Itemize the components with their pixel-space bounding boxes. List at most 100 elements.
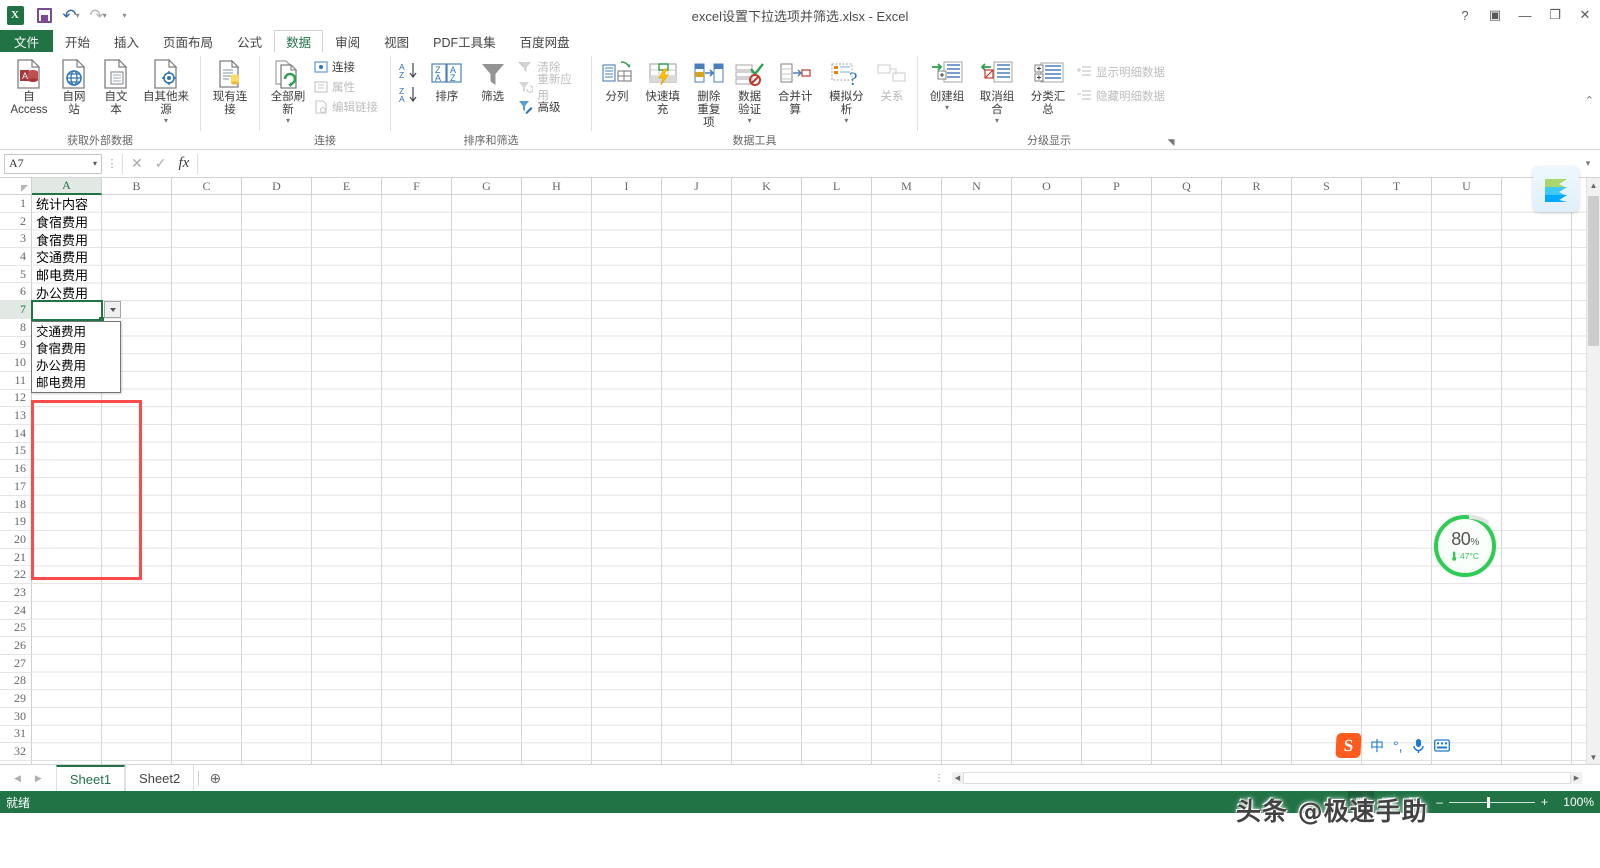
advanced-filter-button[interactable]: 高级 <box>515 97 586 117</box>
cancel-icon[interactable]: ✕ <box>131 155 143 172</box>
data-validation-button[interactable]: 数据验证 ▾ <box>730 55 770 126</box>
zoom-in-button[interactable]: + <box>1541 795 1548 809</box>
row-header-21[interactable]: 21 <box>0 548 32 567</box>
from-access-button[interactable]: A 自 Access <box>5 55 53 119</box>
row-header-19[interactable]: 19 <box>0 513 32 532</box>
horizontal-scrollbar[interactable]: ⋮ ◀ ▶ <box>934 772 1582 785</box>
column-header-F[interactable]: F <box>382 178 452 195</box>
help-button[interactable]: ? <box>1450 0 1480 30</box>
sheet-tab-sheet1[interactable]: Sheet1 <box>55 764 126 792</box>
zoom-slider[interactable] <box>1448 796 1535 808</box>
row-header-9[interactable]: 9 <box>0 336 32 355</box>
sheet-tab-sheet2[interactable]: Sheet2 <box>125 764 195 792</box>
tab-home[interactable]: 开始 <box>53 30 102 52</box>
tab-view[interactable]: 视图 <box>372 30 421 52</box>
relationships-button[interactable]: 关系 <box>872 55 912 106</box>
column-header-P[interactable]: P <box>1082 178 1152 195</box>
row-header-4[interactable]: 4 <box>0 248 32 266</box>
validation-dropdown-button[interactable] <box>104 301 121 318</box>
collapse-ribbon-button[interactable]: ⌃ <box>1585 94 1594 107</box>
cell-area[interactable]: 统计内容 食宿费用 食宿费用 交通费用 邮电费用 办公费用 交通费用 食宿费用 … <box>31 195 1600 764</box>
vertical-scrollbar[interactable]: ▲ ▼ <box>1586 178 1600 764</box>
properties-button[interactable]: 属性 <box>311 77 381 97</box>
sheet-next-icon[interactable]: ▶ <box>35 773 42 784</box>
reapply-button[interactable]: 重新应用 <box>515 74 586 102</box>
enter-icon[interactable]: ✓ <box>155 155 167 172</box>
restore-button[interactable]: ❐ <box>1540 0 1570 30</box>
cell-A5[interactable]: 邮电费用 <box>33 266 101 284</box>
cell-A1[interactable]: 统计内容 <box>33 195 101 213</box>
sort-descending-button[interactable]: ZA <box>396 83 424 107</box>
column-header-R[interactable]: R <box>1222 178 1292 195</box>
sogou-logo-icon[interactable]: S <box>1335 733 1362 758</box>
zoom-out-button[interactable]: – <box>1436 795 1443 809</box>
row-header-5[interactable]: 5 <box>0 265 32 284</box>
column-header-L[interactable]: L <box>802 178 872 195</box>
from-text-button[interactable]: 自文本 <box>95 55 137 119</box>
row-header-14[interactable]: 14 <box>0 424 32 443</box>
select-all-corner[interactable] <box>0 178 32 195</box>
text-to-columns-button[interactable]: 分列 <box>597 55 637 106</box>
chevron-down-icon[interactable]: ▾ <box>995 117 999 125</box>
zoom-slider-thumb[interactable] <box>1486 796 1490 808</box>
row-header-24[interactable]: 24 <box>0 601 32 620</box>
column-header-O[interactable]: O <box>1012 178 1082 195</box>
scroll-right-icon[interactable]: ▶ <box>1571 772 1582 784</box>
row-header-15[interactable]: 15 <box>0 442 32 461</box>
cell-A2[interactable]: 食宿费用 <box>33 213 101 231</box>
column-header-I[interactable]: I <box>592 178 662 195</box>
row-header-25[interactable]: 25 <box>0 619 32 638</box>
cell-A3[interactable]: 食宿费用 <box>33 230 101 249</box>
dropdown-option[interactable]: 邮电费用 <box>32 374 120 391</box>
dropdown-option[interactable]: 交通费用 <box>32 323 120 340</box>
ime-mode-button[interactable]: 中 <box>1370 736 1384 756</box>
tab-insert[interactable]: 插入 <box>102 30 151 52</box>
row-header-27[interactable]: 27 <box>0 654 32 673</box>
validation-dropdown-list[interactable]: 交通费用 食宿费用 办公费用 邮电费用 <box>31 321 121 393</box>
chevron-down-icon[interactable]: ▾ <box>93 159 97 168</box>
tab-data[interactable]: 数据 <box>274 30 324 52</box>
dropdown-option[interactable]: 食宿费用 <box>32 340 120 357</box>
minimize-button[interactable]: — <box>1510 0 1540 30</box>
column-header-K[interactable]: K <box>732 178 802 195</box>
column-header-A[interactable]: A <box>32 178 102 195</box>
sort-button[interactable]: ZAAZ 排序 <box>424 55 470 106</box>
column-header-G[interactable]: G <box>452 178 522 195</box>
row-header-28[interactable]: 28 <box>0 672 32 691</box>
sort-ascending-button[interactable]: AZ <box>396 59 424 83</box>
tab-baidu-netdisk[interactable]: 百度网盘 <box>508 30 582 52</box>
snipaste-widget[interactable] <box>1533 166 1579 212</box>
tab-review[interactable]: 审阅 <box>323 30 372 52</box>
expand-formula-bar-button[interactable]: ▾ <box>1580 158 1596 169</box>
row-header-1[interactable]: 1 <box>0 195 32 213</box>
mic-icon[interactable] <box>1412 738 1425 754</box>
column-header-E[interactable]: E <box>312 178 382 195</box>
cpu-usage-widget[interactable]: 80% 47°C <box>1434 515 1496 577</box>
ribbon-display-options-button[interactable]: ▣ <box>1480 0 1510 30</box>
column-header-T[interactable]: T <box>1362 178 1432 195</box>
hide-detail-button[interactable]: 隐藏明细数据 <box>1073 84 1168 108</box>
row-header-18[interactable]: 18 <box>0 495 32 514</box>
row-header-22[interactable]: 22 <box>0 566 32 585</box>
row-header-11[interactable]: 11 <box>0 371 32 390</box>
scroll-down-icon[interactable]: ▼ <box>1587 750 1600 764</box>
vertical-scroll-thumb[interactable] <box>1588 196 1599 346</box>
keyboard-icon[interactable] <box>1433 739 1450 752</box>
sogou-ime-bar[interactable]: S 中 °, <box>1330 733 1456 758</box>
row-header-20[interactable]: 20 <box>0 531 32 549</box>
column-header-H[interactable]: H <box>522 178 592 195</box>
close-button[interactable]: ✕ <box>1570 0 1600 30</box>
redo-button[interactable]: ↷ ▾ <box>86 3 110 27</box>
column-header-D[interactable]: D <box>242 178 312 195</box>
consolidate-button[interactable]: 合并计算 <box>770 55 821 119</box>
row-header-26[interactable]: 26 <box>0 637 32 655</box>
chevron-down-icon[interactable]: ▾ <box>748 117 752 125</box>
row-header-10[interactable]: 10 <box>0 354 32 372</box>
outline-dialog-launcher[interactable]: ◥ <box>1165 136 1177 148</box>
scrollbar-handle[interactable]: ⋮ <box>934 773 944 784</box>
row-header-2[interactable]: 2 <box>0 212 32 231</box>
row-header-30[interactable]: 30 <box>0 707 32 726</box>
scroll-left-icon[interactable]: ◀ <box>952 772 963 784</box>
column-header-J[interactable]: J <box>662 178 732 195</box>
row-header-8[interactable]: 8 <box>0 318 32 337</box>
